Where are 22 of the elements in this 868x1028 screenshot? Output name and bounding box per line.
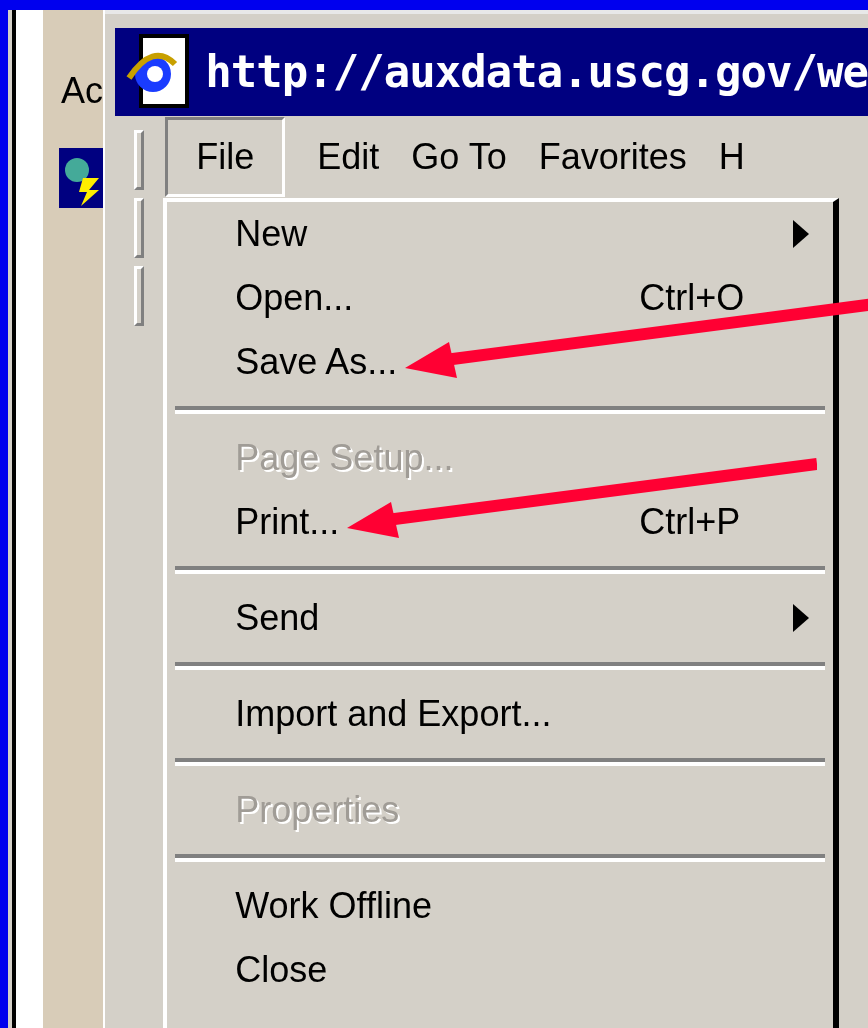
menu-item[interactable]: Import and Export...: [235, 693, 552, 734]
browser-icon: [125, 34, 192, 110]
window-title: Ac: [60, 69, 104, 113]
menu-item[interactable]: Work Offline: [235, 885, 432, 926]
menu-bar-item[interactable]: Edit: [317, 120, 380, 194]
menu-bar-item[interactable]: Favorites: [538, 120, 687, 194]
toolbar-grip-icon[interactable]: [134, 130, 145, 190]
toolbar-grip-icon[interactable]: [134, 266, 145, 326]
toolbar-grip-icon[interactable]: [134, 198, 145, 258]
menu-bar-item[interactable]: Go To: [411, 120, 507, 194]
window-title: http://auxdata.uscg.gov/we: [205, 45, 868, 99]
menu-bar-item[interactable]: File: [165, 117, 286, 197]
shortcut-label: Ctrl+P: [639, 500, 741, 544]
menu-item[interactable]: Send: [235, 597, 320, 638]
shortcut-label: Ctrl+O: [639, 276, 745, 320]
menu-item[interactable]: Close: [235, 949, 328, 990]
menu-bar-item[interactable]: H: [718, 120, 745, 194]
menu-item[interactable]: New: [235, 213, 308, 254]
menu-item[interactable]: Save As...: [235, 341, 398, 382]
menu-item[interactable]: Open...: [235, 277, 354, 318]
application-icon: [59, 148, 104, 208]
menu-item[interactable]: Print...: [235, 501, 340, 542]
